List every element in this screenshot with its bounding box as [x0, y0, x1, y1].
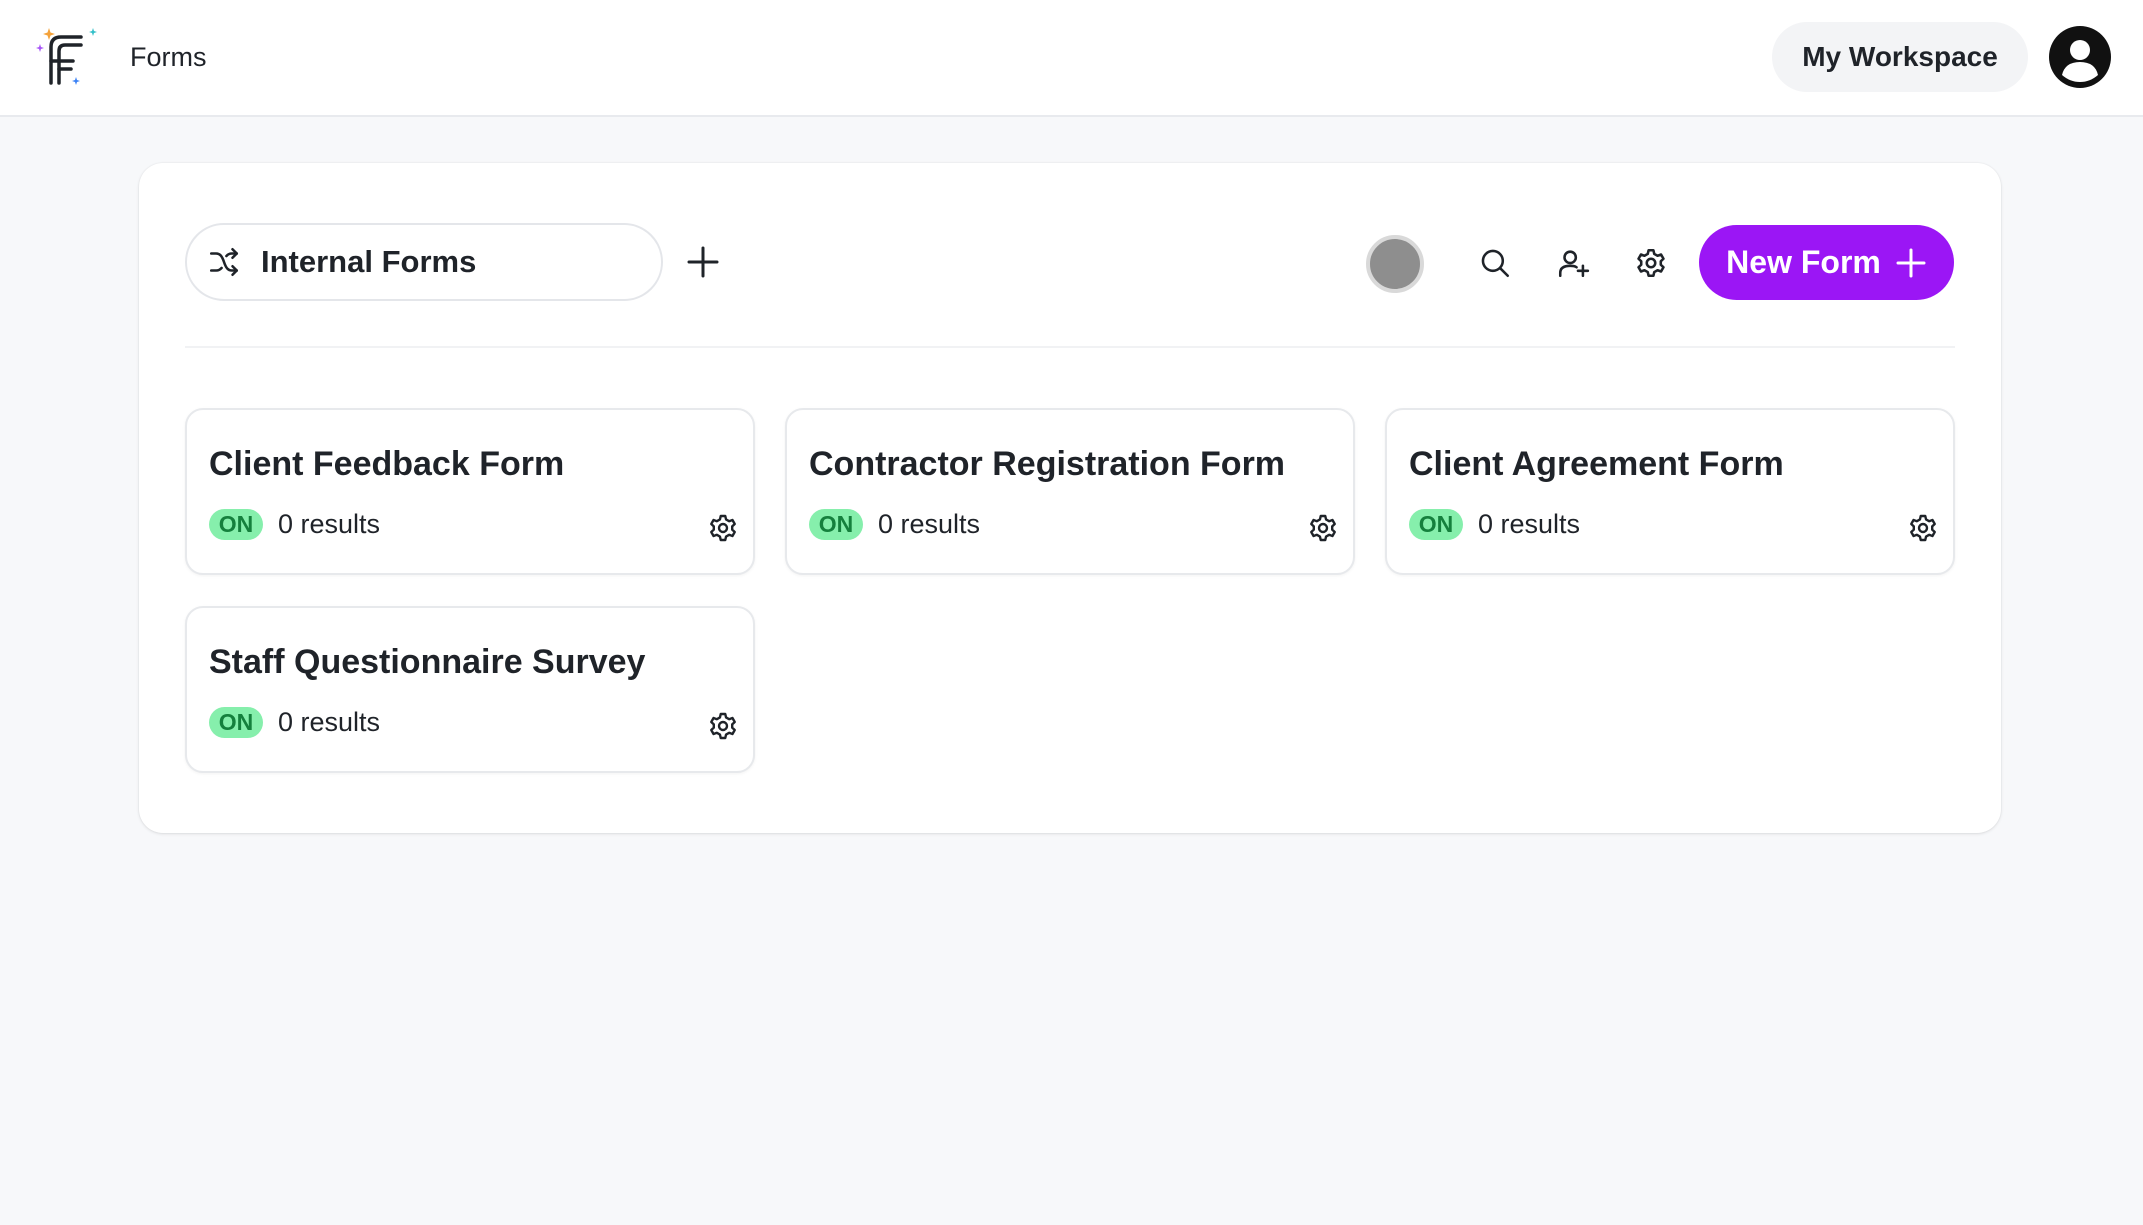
- workspace-status-indicator: [1366, 235, 1424, 293]
- status-badge: ON: [809, 509, 863, 540]
- plus-icon: [1896, 248, 1926, 277]
- user-plus-icon[interactable]: [1553, 243, 1593, 283]
- forms-panel: Internal Forms New Form Client Feedback …: [139, 163, 2001, 833]
- form-title: Contractor Registration Form: [809, 445, 1286, 483]
- results-count: 0 results: [278, 707, 381, 737]
- user-circle-icon[interactable]: [2049, 26, 2111, 88]
- workspace-name: Internal Forms: [261, 244, 477, 279]
- gear-icon[interactable]: [1631, 243, 1671, 283]
- gear-icon[interactable]: [1907, 512, 1939, 544]
- form-card[interactable]: Staff Questionnaire Survey ON 0 results: [185, 606, 755, 773]
- workspace-selector[interactable]: Internal Forms: [185, 223, 663, 301]
- add-workspace-button[interactable]: [680, 239, 726, 285]
- new-form-button[interactable]: New Form: [1699, 225, 1954, 300]
- gear-icon[interactable]: [1307, 512, 1339, 544]
- form-card[interactable]: Client Feedback Form ON 0 results: [185, 408, 755, 575]
- form-card[interactable]: Client Agreement Form ON 0 results: [1385, 408, 1955, 575]
- form-title: Client Feedback Form: [209, 445, 565, 483]
- form-card[interactable]: Contractor Registration Form ON 0 result…: [785, 408, 1355, 575]
- forms-logo-icon[interactable]: [35, 25, 101, 91]
- gear-icon[interactable]: [707, 710, 739, 742]
- form-title: Staff Questionnaire Survey: [209, 643, 646, 681]
- gear-icon[interactable]: [707, 512, 739, 544]
- app-title: Forms: [130, 42, 207, 72]
- search-icon[interactable]: [1475, 243, 1515, 283]
- shuffle-icon: [207, 245, 241, 279]
- section-divider: [185, 346, 1955, 348]
- plus-icon: [687, 246, 719, 278]
- results-count: 0 results: [278, 509, 381, 539]
- status-badge: ON: [1409, 509, 1463, 540]
- results-count: 0 results: [1478, 509, 1581, 539]
- results-count: 0 results: [878, 509, 981, 539]
- top-navigation-bar: Forms My Workspace: [0, 0, 2143, 117]
- form-title: Client Agreement Form: [1409, 445, 1784, 483]
- status-badge: ON: [209, 509, 263, 540]
- new-form-label: New Form: [1726, 244, 1881, 280]
- my-workspace-button[interactable]: My Workspace: [1772, 22, 2028, 92]
- status-badge: ON: [209, 707, 263, 738]
